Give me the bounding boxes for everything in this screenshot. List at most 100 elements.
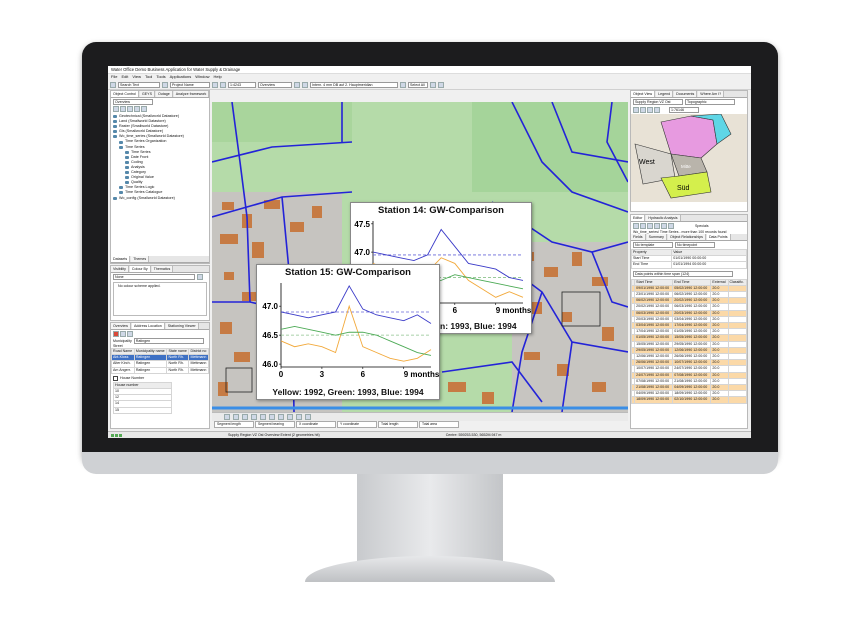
template-select[interactable]: No template bbox=[633, 242, 673, 248]
tab-object-view[interactable]: Object View bbox=[631, 91, 656, 97]
menu-tool[interactable]: Tool bbox=[145, 74, 152, 80]
tab-thematics[interactable]: Thematics bbox=[151, 266, 174, 272]
layer-select[interactable]: Topographic bbox=[685, 99, 735, 105]
properties-icon[interactable] bbox=[134, 106, 140, 112]
folder-icon bbox=[119, 145, 123, 149]
save-icon[interactable] bbox=[438, 81, 444, 88]
map-canvas[interactable]: Station 14: GW-Comparison 47.547.046.503… bbox=[212, 102, 628, 412]
rotate-tool-icon[interactable] bbox=[242, 414, 248, 420]
datapoints-select[interactable]: Data points within time span (124) bbox=[633, 270, 733, 277]
status-message: Supply Region VZ Ost Overview Extent (2 … bbox=[228, 433, 320, 437]
zoom-icon[interactable] bbox=[212, 81, 218, 88]
overview-field[interactable]: Overview bbox=[258, 81, 292, 88]
tab-legend[interactable]: Legend bbox=[656, 91, 674, 97]
locate-icon[interactable] bbox=[120, 331, 126, 337]
municipality-select[interactable]: Ratingen bbox=[133, 338, 204, 344]
house-number-checkbox[interactable] bbox=[113, 375, 118, 381]
tab-data-points[interactable]: Data Points bbox=[706, 234, 731, 240]
search-go-icon[interactable] bbox=[162, 81, 168, 88]
project-name-field[interactable]: Project Name bbox=[170, 81, 210, 88]
total-length-field[interactable]: Total length bbox=[378, 421, 418, 428]
line-tool-icon[interactable] bbox=[251, 414, 257, 420]
tab-fields[interactable]: Fields bbox=[631, 234, 646, 240]
select-all-field[interactable]: Select All bbox=[408, 81, 428, 88]
tab-object-control[interactable]: Object Control bbox=[111, 91, 139, 97]
x-coordinate-field[interactable]: X coordinate bbox=[296, 421, 336, 428]
redo-icon[interactable] bbox=[296, 414, 302, 420]
view-select[interactable]: Overview bbox=[113, 99, 153, 105]
segment-bearing-field[interactable]: Segment bearing bbox=[255, 421, 295, 428]
back-icon[interactable] bbox=[294, 81, 300, 88]
scale-field[interactable]: 1:4243 bbox=[228, 81, 256, 88]
update-icon[interactable] bbox=[647, 223, 653, 229]
move-tool-icon[interactable] bbox=[233, 414, 239, 420]
timepoint-select[interactable]: No timepoint bbox=[675, 242, 715, 248]
clear-icon[interactable] bbox=[113, 331, 119, 337]
geometry-icon[interactable] bbox=[661, 223, 667, 229]
insert-icon[interactable] bbox=[640, 223, 646, 229]
tab-geys[interactable]: GEYS bbox=[139, 91, 155, 97]
specials-menu[interactable]: Specials bbox=[695, 224, 709, 228]
tab-documents[interactable]: Documents bbox=[674, 91, 698, 97]
overview-map[interactable]: West Mitte Süd bbox=[631, 113, 747, 202]
edit-scheme-icon[interactable] bbox=[197, 274, 203, 280]
tab-where-am-i[interactable]: Where Am I? bbox=[698, 91, 725, 97]
projection-field[interactable]: Intern. 4 mm DB auf 2. Hauptmeridian bbox=[310, 81, 398, 88]
tab-outage[interactable]: Outage bbox=[155, 91, 173, 97]
collapse-icon[interactable] bbox=[120, 106, 126, 112]
pan-icon[interactable] bbox=[647, 107, 653, 113]
tab-themes[interactable]: Themes bbox=[131, 256, 150, 262]
select-icon[interactable] bbox=[633, 223, 639, 229]
y-coordinate-field[interactable]: Y coordinate bbox=[337, 421, 377, 428]
tree-item[interactable]: Wo_config (Smallworld Datastore) bbox=[113, 196, 207, 201]
binoculars-icon[interactable] bbox=[110, 81, 116, 88]
tab-colour-by[interactable]: Colour By bbox=[129, 266, 151, 272]
tab-datasets[interactable]: Datasets bbox=[111, 256, 131, 262]
forward-icon[interactable] bbox=[302, 81, 308, 88]
menu-edit[interactable]: Edit bbox=[121, 74, 128, 80]
print-icon[interactable] bbox=[430, 81, 436, 88]
expand-icon[interactable] bbox=[113, 106, 119, 112]
table-row[interactable]: End Time 01/01/1994 00:00:00 bbox=[631, 261, 747, 269]
undo-icon[interactable] bbox=[287, 414, 293, 420]
new-icon[interactable] bbox=[141, 106, 147, 112]
pan-icon[interactable] bbox=[220, 81, 226, 88]
filter-icon[interactable] bbox=[127, 106, 133, 112]
colour-scheme-select[interactable]: None bbox=[113, 274, 195, 280]
table-row[interactable]: Am Angerr. Ratingen North Rh. Mettmann bbox=[111, 366, 209, 374]
delete-icon[interactable] bbox=[654, 223, 660, 229]
tab-overview[interactable]: Overview bbox=[111, 323, 131, 329]
tab-address-location[interactable]: Address Location bbox=[131, 323, 165, 329]
tab-object-relationships[interactable]: Object Relationships bbox=[667, 234, 706, 240]
refresh-icon[interactable] bbox=[400, 81, 406, 88]
snap-tool-icon[interactable] bbox=[278, 414, 284, 420]
tab-editor[interactable]: Editor bbox=[631, 215, 646, 221]
zoom-to-icon[interactable] bbox=[127, 331, 133, 337]
query-icon[interactable] bbox=[668, 223, 674, 229]
menu-view[interactable]: View bbox=[132, 74, 141, 80]
zoom-out-icon[interactable] bbox=[640, 107, 646, 113]
tab-visibility[interactable]: Visibility bbox=[111, 266, 129, 272]
supply-region-select[interactable]: Supply Region VZ Ost bbox=[633, 99, 683, 105]
search-text-field[interactable]: Search Text bbox=[118, 81, 160, 88]
overview-scale-field[interactable]: 1:76146 bbox=[669, 107, 699, 113]
polygon-tool-icon[interactable] bbox=[260, 414, 266, 420]
menu-tools[interactable]: Tools bbox=[156, 74, 165, 80]
extent-icon[interactable] bbox=[654, 107, 660, 113]
select-tool-icon[interactable] bbox=[224, 414, 230, 420]
segment-length-field[interactable]: Segment length bbox=[214, 421, 254, 428]
menu-applications[interactable]: Applications bbox=[170, 74, 192, 80]
tab-analyze-framework[interactable]: Analyze framework bbox=[173, 91, 209, 97]
tab-stationing-viewer[interactable]: Stationing Viewer bbox=[165, 323, 199, 329]
delete-icon[interactable] bbox=[305, 414, 311, 420]
menu-window[interactable]: Window bbox=[195, 74, 209, 80]
table-row[interactable]: 18/09/1990 12:00:00 02/10/1990 12:00:00 20… bbox=[631, 396, 747, 404]
menu-help[interactable]: Help bbox=[213, 74, 221, 80]
tab-summary[interactable]: Summary bbox=[646, 234, 667, 240]
menu-file[interactable]: File bbox=[111, 74, 117, 80]
measure-tool-icon[interactable] bbox=[269, 414, 275, 420]
list-item[interactable]: 15 bbox=[113, 406, 172, 414]
tab-hydraulic-analysis[interactable]: Hydraulic Analysis bbox=[646, 215, 681, 221]
zoom-in-icon[interactable] bbox=[633, 107, 639, 113]
total-area-field[interactable]: Total area bbox=[419, 421, 459, 428]
